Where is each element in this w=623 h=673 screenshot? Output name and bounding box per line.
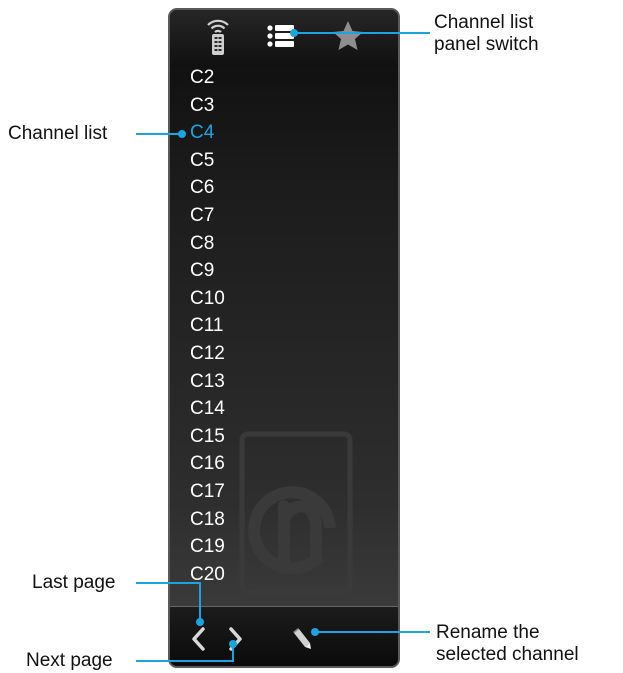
channel-list-tab[interactable] [258,16,302,56]
callout-last-page: Last page [32,572,115,594]
channel-item[interactable]: C2 [190,65,214,91]
channel-item[interactable]: C15 [190,424,225,450]
callout-panel-switch-text: Channel list panel switch [434,12,539,55]
channel-item[interactable]: C9 [190,258,214,284]
channel-item[interactable]: C18 [190,507,225,533]
callout-panel-switch: Channel list panel switch [434,12,539,56]
channel-panel: C2 C3 C4 C5 C6 C7 C8 C9 C10 C11 C12 C13 C14 C15 C16 C17… [168,8,400,668]
chevron-right-icon [229,627,242,651]
panel-switch-bar [170,10,398,62]
next-page-button[interactable] [220,621,250,657]
callout-rename: Rename the selected channel [436,622,579,666]
channel-item[interactable]: C20 [190,562,225,588]
channel-item[interactable]: C5 [190,148,214,174]
watermark-logo [236,428,356,598]
channel-item[interactable]: C14 [190,396,225,422]
channel-item[interactable]: C3 [190,93,214,119]
channel-item[interactable]: C12 [190,341,225,367]
channel-item[interactable]: C10 [190,286,225,312]
star-icon [333,21,363,50]
callout-channel-list: Channel list [8,123,107,145]
list-icon [267,25,294,47]
footer-bar [170,606,398,666]
callout-next-page: Next page [26,650,113,672]
channel-item[interactable]: C13 [190,369,225,395]
rename-button[interactable] [286,621,316,657]
pencil-icon [293,628,311,649]
logo-mark [239,431,353,595]
favorites-tab[interactable] [326,16,370,56]
channel-item[interactable]: C11 [190,313,223,339]
channel-item-selected[interactable]: C4 [190,120,214,146]
channel-item[interactable]: C7 [190,203,214,229]
channel-item[interactable]: C16 [190,451,225,477]
callout-last-page-text: Last page [32,572,116,593]
remote-tab[interactable] [196,16,240,56]
channel-item[interactable]: C17 [190,479,225,505]
callout-rename-text: Rename the selected channel [436,622,579,665]
channel-item[interactable]: C6 [190,175,214,201]
channel-item[interactable]: C19 [190,534,225,560]
channel-item[interactable]: C8 [190,231,214,257]
last-page-button[interactable] [184,621,214,657]
callout-channel-list-text: Channel list [8,123,108,144]
callout-next-page-text: Next page [26,650,113,671]
remote-icon [207,19,229,55]
chevron-left-icon [192,627,205,651]
